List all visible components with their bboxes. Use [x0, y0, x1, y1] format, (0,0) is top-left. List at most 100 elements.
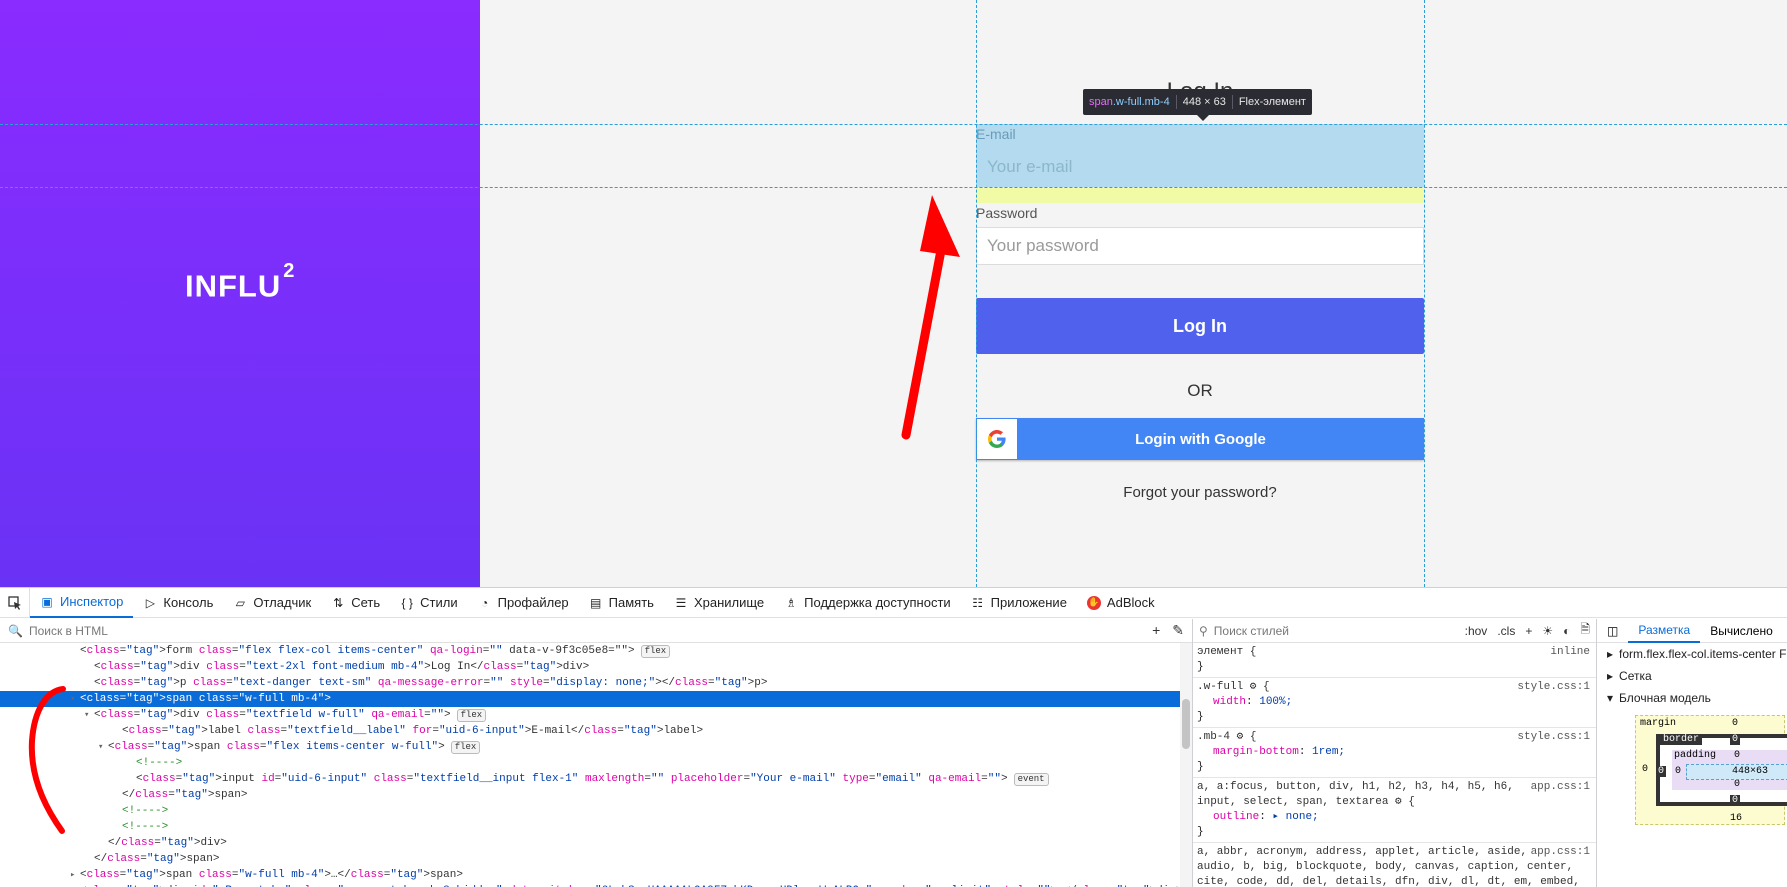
css-rule[interactable]: style.css:1 .w-full ⚙ {width: 100%;} — [1193, 678, 1596, 728]
node-badge-flex[interactable]: flex — [456, 709, 487, 722]
html-node-line[interactable]: ▾ <class="tag">span class="flex items-cen… — [0, 739, 1192, 755]
padding-top-value[interactable]: 0 — [1734, 750, 1740, 761]
html-node-source: <class="tag">form class="flex flex-col i… — [80, 645, 635, 657]
html-node-line[interactable]: </class="tag">span> — [0, 851, 1192, 867]
add-rule-icon[interactable]: + — [1525, 624, 1532, 638]
html-search[interactable]: 🔍 Поиск в HTML + ✎ — [0, 619, 1192, 643]
html-scrollbar[interactable] — [1180, 643, 1192, 887]
grid-section[interactable]: ▸ Сетка — [1597, 665, 1787, 687]
expand-down-icon[interactable]: ▾ — [84, 707, 94, 723]
rule-source-link[interactable]: style.css:1 — [1517, 730, 1590, 745]
html-node-line[interactable]: <class="tag">label class="textfield__lab… — [0, 723, 1192, 739]
rule-source-link[interactable]: style.css:1 — [1517, 680, 1590, 695]
margin-bottom-value[interactable]: 16 — [1730, 813, 1742, 824]
tab-layout[interactable]: Разметка — [1628, 619, 1701, 643]
margin-left-value[interactable]: 0 — [1642, 764, 1648, 775]
html-node-line[interactable]: <!----> — [0, 819, 1192, 835]
tab-adblock[interactable]: ✋ AdBlock — [1077, 588, 1165, 618]
css-rule[interactable]: app.css:1 a, a:focus, button, div, h1, h2… — [1193, 778, 1596, 843]
html-node-line[interactable]: ▸<class="tag">div id="gRecaptcha" class=… — [0, 883, 1192, 887]
login-button[interactable]: Log In — [976, 298, 1424, 354]
styles-search-input[interactable]: Поиск стилей — [1214, 624, 1289, 638]
rule-close-brace: } — [1197, 761, 1204, 773]
rule-source-link[interactable]: app.css:1 — [1531, 780, 1590, 795]
node-badge-flex[interactable]: flex — [450, 741, 481, 754]
profiler-icon: ◔ — [481, 595, 489, 610]
tab-label: Стили — [420, 595, 458, 610]
box-model-content[interactable]: 448×63 — [1686, 764, 1787, 780]
cls-toggle[interactable]: .cls — [1497, 624, 1515, 638]
password-label: Password — [976, 205, 1038, 221]
print-media-icon[interactable]: 🗎 — [1580, 620, 1590, 641]
border-left-value[interactable]: 0 — [1656, 766, 1667, 777]
toggle-sidebar-icon[interactable]: ◫ — [1597, 619, 1628, 643]
email-field[interactable]: Your e-mail — [976, 148, 1424, 186]
tab-application[interactable]: ☷ Приложение — [961, 588, 1077, 618]
tab-network[interactable]: ⇅ Сеть — [321, 588, 390, 618]
element-picker-icon[interactable] — [0, 587, 30, 618]
rule-source-link[interactable]: app.css:1 — [1531, 845, 1590, 860]
html-search-input[interactable]: Поиск в HTML — [29, 624, 108, 638]
html-node-line[interactable]: </class="tag">span> — [0, 787, 1192, 803]
rule-source-link[interactable]: inline — [1550, 645, 1590, 660]
padding-bottom-value[interactable]: 0 — [1734, 779, 1740, 790]
css-declaration[interactable]: outline: ▸ none; — [1197, 810, 1590, 825]
html-node-line[interactable]: ▸ <class="tag">span class="w-full mb-4">…… — [0, 867, 1192, 883]
hov-toggle[interactable]: :hov — [1465, 624, 1488, 638]
css-rule[interactable]: inline элемент {} — [1193, 643, 1596, 678]
tab-styles[interactable]: { } Стили — [390, 588, 467, 618]
tab-console[interactable]: ▷ Консоль — [133, 588, 223, 618]
html-node-line[interactable]: <class="tag">p class="text-danger text-s… — [0, 675, 1192, 691]
tab-storage[interactable]: ☰ Хранилище — [664, 588, 774, 618]
expand-right-icon[interactable]: ▸ — [70, 883, 80, 887]
flex-section[interactable]: ▸ form.flex.flex-col.items-center F — [1597, 643, 1787, 665]
border-top-value[interactable]: 0 — [1730, 734, 1741, 745]
html-node-line[interactable]: <class="tag">input id="uid-6-input" clas… — [0, 771, 1192, 787]
box-model-padding: padding 0 0 0 448×63 — [1672, 750, 1787, 790]
devtools-panel: ▣ Инспектор ▷ Консоль ▱ Отладчик ⇅ Сеть { } Стили… — [0, 587, 1787, 887]
tab-memory[interactable]: ▤ Память — [579, 588, 664, 618]
add-node-icon[interactable]: + — [1152, 622, 1160, 639]
password-field[interactable]: Your password — [976, 227, 1424, 265]
tab-debugger[interactable]: ▱ Отладчик — [223, 588, 321, 618]
node-badge-event[interactable]: event — [1013, 773, 1049, 786]
html-node-line[interactable]: <!----> — [0, 755, 1192, 771]
html-node-line[interactable]: ▾ <class="tag">span class="w-full mb-4"> — [0, 691, 1192, 707]
google-login-button[interactable]: Login with Google — [976, 418, 1424, 460]
expand-down-icon[interactable]: ▾ — [98, 739, 108, 755]
html-node-line[interactable]: ▾ <class="tag">div class="textfield w-ful… — [0, 707, 1192, 723]
html-node-source: <!----> — [136, 757, 183, 769]
highlight-margin-box — [976, 187, 1424, 203]
email-label: E-mail — [976, 126, 1016, 142]
tab-label: Память — [608, 595, 654, 610]
tab-inspector[interactable]: ▣ Инспектор — [30, 588, 134, 618]
tab-accessibility[interactable]: ♗ Поддержка доступности — [774, 588, 961, 618]
css-declaration[interactable]: width: 100%; — [1197, 695, 1590, 710]
search-icon: 🔍 — [8, 623, 23, 638]
forgot-password-link[interactable]: Forgot your password? — [976, 484, 1424, 501]
tab-label: Отладчик — [253, 595, 312, 610]
tab-computed[interactable]: Вычислено — [1700, 619, 1783, 643]
dark-theme-icon[interactable]: ◐ — [1563, 624, 1570, 638]
padding-left-value[interactable]: 0 — [1675, 766, 1681, 777]
css-rule[interactable]: style.css:1 .mb-4 ⚙ {margin-bottom: 1rem;… — [1193, 728, 1596, 778]
light-theme-icon[interactable]: ☀ — [1542, 624, 1553, 638]
box-model-section[interactable]: ▾ Блочная модель — [1597, 687, 1787, 709]
eyedropper-icon[interactable]: ✎ — [1172, 622, 1184, 639]
html-node-line[interactable]: <class="tag">form class="flex flex-col i… — [0, 643, 1192, 659]
styles-search[interactable]: ⚲ Поиск стилей :hov .cls + ☀ ◐ 🗎 — [1193, 619, 1596, 643]
node-badge-flex[interactable]: flex — [640, 645, 671, 658]
html-node-source: <class="tag">input id="uid-6-input" clas… — [136, 773, 1008, 785]
border-bottom-value[interactable]: 0 — [1730, 795, 1741, 806]
html-node-line[interactable]: </class="tag">div> — [0, 835, 1192, 851]
margin-top-value[interactable]: 0 — [1732, 718, 1738, 729]
html-node-line[interactable]: <!----> — [0, 803, 1192, 819]
html-node-line[interactable]: <class="tag">div class="text-2xl font-me… — [0, 659, 1192, 675]
expand-right-icon[interactable]: ▸ — [70, 867, 80, 883]
memory-icon: ▤ — [590, 595, 602, 610]
brand-logo: INFLU 2 — [185, 260, 296, 304]
css-rule[interactable]: app.css:1 a, abbr, acronym, address, appl… — [1193, 843, 1596, 887]
tab-profiler[interactable]: ◔ Профайлер — [468, 588, 579, 618]
css-declaration[interactable]: margin-bottom: 1rem; — [1197, 745, 1590, 760]
